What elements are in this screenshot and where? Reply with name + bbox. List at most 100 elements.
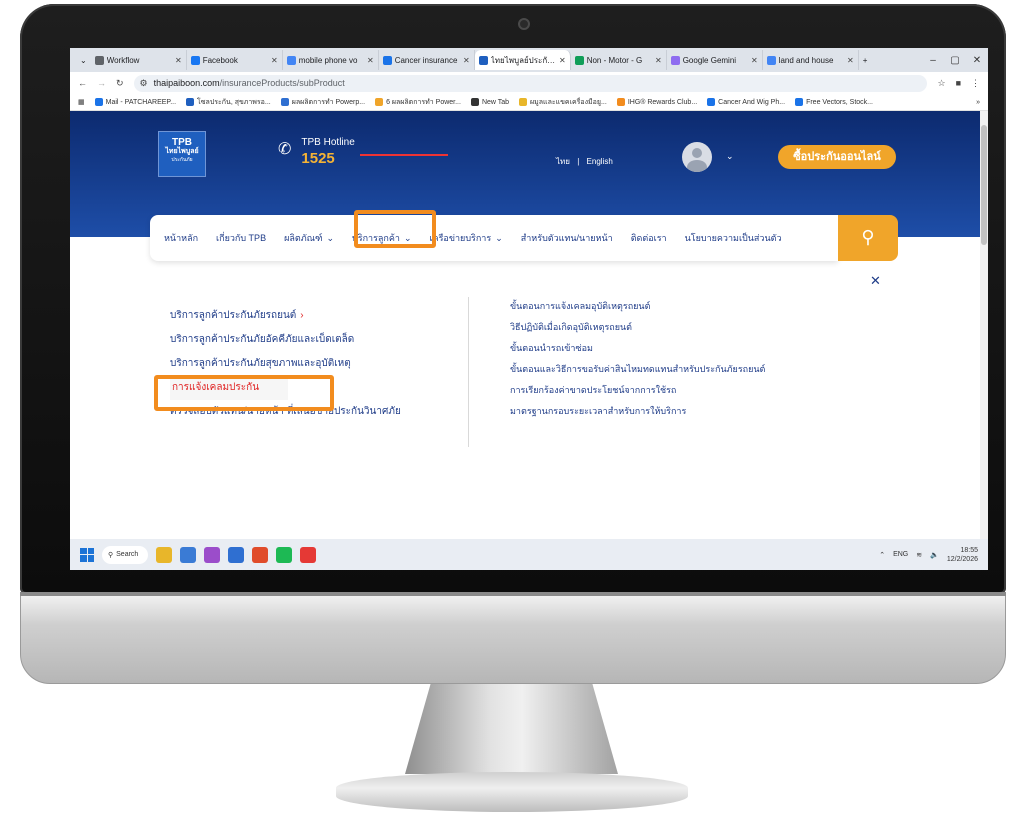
nav-item[interactable]: นโยบายความเป็นส่วนตัว — [685, 231, 782, 245]
browser-tab[interactable]: ไทยไพบูลย์ประกันภั ✕ — [474, 50, 571, 70]
submenu-item[interactable]: บริการลูกค้าประกันภัยอัคคีภัยและเบ็ดเตล็… — [170, 328, 470, 352]
hotline[interactable]: ✆ TPB Hotline 1525 — [278, 137, 355, 167]
taskbar-app-icon[interactable] — [180, 546, 196, 563]
bookmark-item[interactable]: Free Vectors, Stock... — [795, 98, 873, 106]
taskbar-app-icon[interactable] — [156, 546, 172, 563]
submenu-link[interactable]: การเรียกร้องค่าขาดประโยชน์จากการใช้รถ — [510, 380, 870, 401]
chevron-down-icon[interactable]: ⌄ — [726, 151, 734, 162]
nav-item[interactable]: เกี่ยวกับ TPB — [216, 231, 266, 245]
tray-chevron-icon[interactable]: ⌃ — [879, 551, 885, 559]
browser-tab[interactable]: Google Gemini ✕ — [667, 50, 763, 70]
apps-grid-icon[interactable]: ▦ — [78, 98, 85, 106]
bookmarks-overflow-icon[interactable]: » — [976, 99, 988, 106]
tab-close-icon[interactable]: ✕ — [175, 56, 182, 65]
bookmark-favicon-icon — [795, 98, 804, 106]
user-avatar[interactable] — [682, 142, 712, 172]
tab-close-icon[interactable]: ✕ — [367, 56, 374, 65]
maximize-button[interactable]: ▢ — [944, 55, 966, 66]
nav-item[interactable]: สำหรับตัวแทน/นายหน้า — [521, 231, 613, 245]
tpb-logo[interactable]: TPB ไทยไพบูลย์ ประกันภัย — [158, 131, 206, 177]
search-button[interactable]: ⚲ — [838, 215, 898, 261]
bookmark-item[interactable]: New Tab — [470, 98, 509, 106]
bookmark-item[interactable]: Cancer And Wig Ph... — [707, 98, 785, 106]
bookmark-item[interactable]: ผลผลิตการทำ Powerp... — [280, 97, 365, 108]
tab-close-icon[interactable]: ✕ — [271, 56, 278, 65]
lang-thai[interactable]: ไทย — [556, 157, 570, 166]
tab-search-button[interactable]: ⌄ — [76, 50, 91, 70]
nav-item-label: สำหรับตัวแทน/นายหน้า — [520, 233, 613, 243]
submenu-link[interactable]: ขั้นตอนและวิธีการขอรับค่าสินไหมทดแทนสำหร… — [510, 359, 870, 380]
taskbar-app-icon[interactable] — [204, 546, 220, 563]
taskbar-app-icon[interactable] — [300, 546, 316, 563]
submenu-link[interactable]: มาตรฐานกรอบระยะเวลาสำหรับการให้บริการ — [510, 401, 870, 422]
tab-label: land and house — [778, 55, 834, 65]
scrollbar-thumb[interactable] — [981, 125, 987, 245]
taskbar-app-icon[interactable] — [276, 546, 292, 563]
submenu-link[interactable]: วิธีปฏิบัติเมื่อเกิดอุบัติเหตุรถยนต์ — [510, 317, 870, 338]
submenu-right: ขั้นตอนการแจ้งเคลมอุบัติเหตุรถยนต์ วิธีปฏ… — [510, 296, 870, 422]
bookmark-star-icon[interactable]: ☆ — [937, 78, 945, 89]
bookmark-label: Cancer And Wig Ph... — [718, 98, 786, 106]
browser-tab[interactable]: Non - Motor - G ✕ — [571, 50, 667, 70]
search-icon: ⚲ — [861, 227, 875, 247]
back-icon[interactable]: ← — [78, 78, 87, 88]
tab-close-icon[interactable]: ✕ — [751, 56, 758, 65]
submenu-link[interactable]: ขั้นตอนนำรถเข้าซ่อม — [510, 338, 870, 359]
browser-tab[interactable]: Workflow ✕ — [91, 50, 187, 70]
bookmark-item[interactable]: IHG® Rewards Club... — [616, 98, 698, 106]
bookmark-favicon-icon — [519, 98, 528, 106]
vertical-scrollbar[interactable] — [980, 111, 988, 539]
taskbar-search[interactable]: ⚲ Search — [102, 545, 148, 564]
tab-close-icon[interactable]: ✕ — [559, 56, 566, 65]
submenu-item[interactable]: บริการลูกค้าประกันภัยสุขภาพและอุบัติเหตุ — [170, 352, 470, 376]
taskbar-app-icon[interactable] — [228, 546, 244, 563]
wifi-icon[interactable]: ≋ — [916, 551, 922, 559]
nav-item[interactable]: ผลิตภัณฑ์ ⌄ — [284, 231, 334, 245]
clock-date: 12/2/2026 — [946, 555, 978, 563]
menu-icon[interactable]: ⋮ — [971, 78, 980, 89]
site-info-icon[interactable]: ⚙ — [140, 78, 148, 89]
submenu-divider — [468, 297, 469, 447]
hotline-number: 1525 — [301, 150, 335, 167]
close-menu-button[interactable]: ✕ — [870, 273, 881, 289]
browser-tab[interactable]: land and house ✕ — [763, 50, 859, 70]
tab-close-icon[interactable]: ✕ — [655, 56, 662, 65]
taskbar-search-label: Search — [116, 551, 139, 558]
volume-icon[interactable]: 🔈 — [930, 551, 939, 559]
system-tray: ⌃ ENG ≋ 🔈 18:55 12/2/2026 — [879, 539, 978, 570]
nav-item[interactable]: เครือข่ายบริการ ⌄ — [430, 231, 503, 245]
bookmark-item[interactable]: โซลประกัน, สุขภาพรอ... — [186, 97, 271, 108]
minimize-button[interactable]: – — [922, 55, 944, 66]
clock-time: 18:55 — [960, 546, 978, 554]
taskbar-app-icon[interactable] — [252, 546, 268, 563]
nav-item[interactable]: หน้าหลัก — [164, 231, 198, 245]
windows-start-icon[interactable] — [80, 547, 94, 562]
bookmark-item[interactable]: 6 ผลผลิตการทำ Power... — [375, 97, 461, 108]
lang-english[interactable]: English — [587, 157, 613, 166]
nav-item[interactable]: ติดต่อเรา — [631, 231, 667, 245]
url-path: /insuranceProducts/subProduct — [219, 78, 345, 88]
bookmark-item[interactable]: ผมูลและแขคเครื่องมือยู... — [519, 97, 607, 108]
clock[interactable]: 18:55 12/2/2026 — [947, 546, 978, 564]
tray-lang[interactable]: ENG — [893, 551, 908, 558]
forward-icon[interactable]: → — [97, 78, 106, 88]
url-input[interactable]: ⚙ thaipaiboon.com/insuranceProducts/subP… — [133, 74, 928, 92]
buy-online-button[interactable]: ซื้อประกันออนไลน์ — [778, 145, 896, 169]
tab-close-icon[interactable]: ✕ — [847, 56, 854, 65]
bookmark-item[interactable]: Mail - PATCHAREEP... — [94, 98, 176, 106]
browser-tab[interactable]: Facebook ✕ — [187, 50, 283, 70]
profile-icon[interactable]: ■ — [956, 78, 961, 88]
close-window-button[interactable]: ✕ — [966, 55, 988, 66]
submenu-item-label: บริการลูกค้าประกันภัยอัคคีภัยและเบ็ดเตล็… — [170, 334, 355, 345]
website: TPB ไทยไพบูลย์ ประกันภัย ✆ TPB Hotline 1… — [70, 111, 988, 539]
tab-label: Workflow — [106, 55, 140, 65]
new-tab-button[interactable]: + — [859, 50, 872, 70]
submenu-item[interactable]: บริการลูกค้าประกันภัยรถยนต์ › — [170, 304, 470, 328]
browser-tab[interactable]: Cancer insurance ✕ — [379, 50, 475, 70]
bookmark-label: IHG® Rewards Club... — [627, 98, 698, 106]
reload-icon[interactable]: ↻ — [116, 78, 124, 89]
submenu-link[interactable]: ขั้นตอนการแจ้งเคลมอุบัติเหตุรถยนต์ — [510, 296, 870, 317]
tab-label: Cancer insurance — [394, 55, 458, 65]
browser-tab[interactable]: mobile phone vo ✕ — [283, 50, 379, 70]
tab-close-icon[interactable]: ✕ — [463, 56, 470, 65]
